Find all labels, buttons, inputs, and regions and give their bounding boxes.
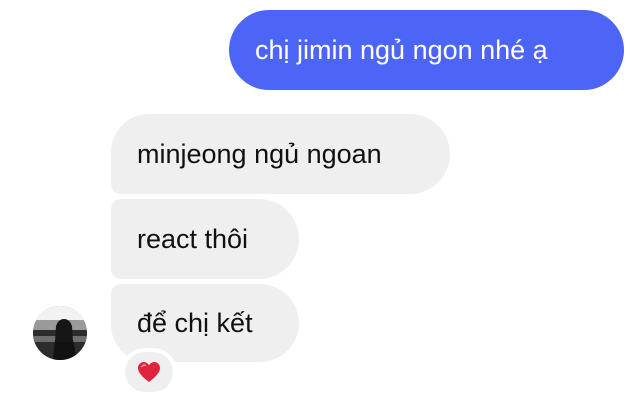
message-reaction[interactable]: [121, 348, 177, 396]
avatar-photo-icon: [33, 306, 87, 360]
reaction-pill: [125, 352, 173, 392]
sent-message-bubble[interactable]: chị jimin ngủ ngon nhé ạ: [229, 10, 624, 90]
received-message-text: để chị kết: [137, 307, 253, 338]
heart-icon: [138, 362, 160, 382]
received-message-text: react thôi: [137, 223, 249, 254]
received-message-text: minjeong ngủ ngoan: [137, 138, 382, 169]
received-message-bubble[interactable]: react thôi: [111, 199, 299, 279]
sender-avatar[interactable]: [33, 306, 87, 360]
received-message-bubble[interactable]: minjeong ngủ ngoan: [111, 114, 450, 194]
chat-thread: chị jimin ngủ ngon nhé ạ minjeong ngủ ng…: [0, 0, 640, 411]
sent-message-text: chị jimin ngủ ngon nhé ạ: [255, 34, 548, 65]
